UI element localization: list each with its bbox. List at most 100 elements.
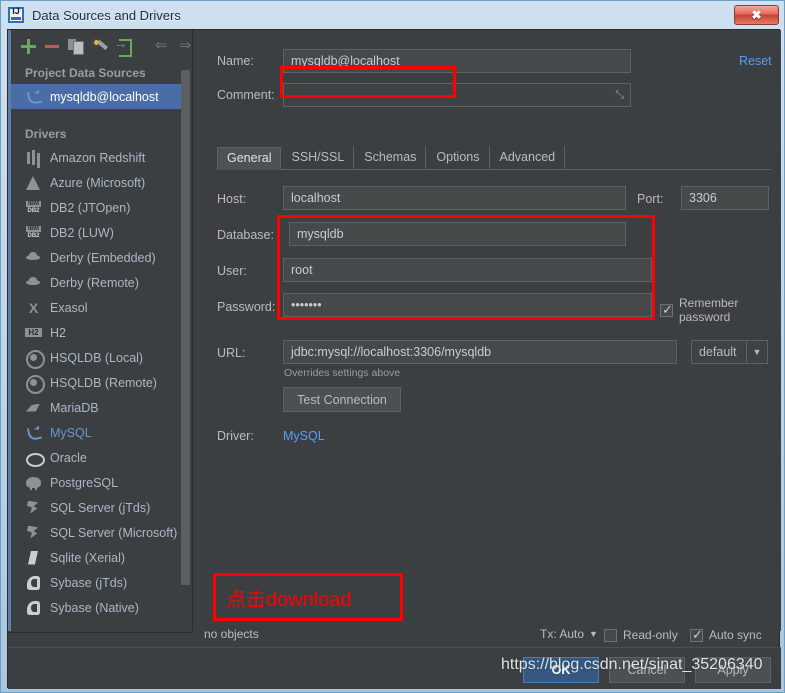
remember-password-label: Remember password xyxy=(679,296,739,324)
sidebar-item-amazon-redshift[interactable]: Amazon Redshift xyxy=(11,145,181,170)
sidebar-item-sybase-jtds[interactable]: Sybase (jTds) xyxy=(11,570,181,595)
comment-input[interactable]: ⤡ xyxy=(283,83,631,107)
copy-icon[interactable] xyxy=(67,38,84,55)
sidebar-item-hsqldb-local[interactable]: HSQLDB (Local) xyxy=(11,345,181,370)
auto-sync-checkbox[interactable] xyxy=(690,627,703,643)
driver-label: HSQLDB (Remote) xyxy=(50,375,157,390)
sidebar-item-mysqldb-localhost[interactable]: mysqldb@localhost xyxy=(11,84,181,109)
password-input[interactable]: ••••••• xyxy=(283,293,652,317)
sidebar-item-azure-microsoft[interactable]: Azure (Microsoft) xyxy=(11,170,181,195)
port-input[interactable]: 3306 xyxy=(681,186,769,210)
auto-sync-row[interactable]: Auto sync xyxy=(690,627,762,643)
add-icon[interactable] xyxy=(20,38,36,54)
sidebar-item-sql-server-microsoft[interactable]: SQL Server (Microsoft) xyxy=(11,520,181,545)
sidebar-item-postgresql[interactable]: PostgreSQL xyxy=(11,470,181,495)
hsqldb-icon xyxy=(25,349,45,369)
oracle-icon xyxy=(25,450,45,467)
sidebar-item-oracle[interactable]: Oracle xyxy=(11,445,181,470)
remember-password-checkbox[interactable] xyxy=(660,302,673,318)
ok-button[interactable]: OK xyxy=(523,657,599,683)
back-arrow-icon[interactable]: ⇐ xyxy=(153,38,169,54)
remove-icon[interactable] xyxy=(44,38,60,54)
dialog-button-bar: OK Cancel Apply xyxy=(8,647,781,689)
user-label: User: xyxy=(217,264,247,278)
read-only-checkbox[interactable] xyxy=(604,628,617,642)
remember-password-row[interactable]: Remember password xyxy=(660,296,781,324)
sidebar-item-mysql[interactable]: MySQL xyxy=(11,420,181,445)
database-input[interactable]: mysqldb xyxy=(289,222,626,246)
driver-label: HSQLDB (Local) xyxy=(50,350,144,365)
mariadb-icon xyxy=(25,400,42,416)
tab-general[interactable]: General xyxy=(217,147,282,170)
driver-label: DB2 (JTOpen) xyxy=(50,200,131,215)
data-sources-panel: ⇐ ⇒ Project Data Sources mysqldb@localho… xyxy=(8,30,193,631)
tab-options[interactable]: Options xyxy=(426,146,490,169)
driver-label: H2 xyxy=(50,325,66,340)
tx-dropdown[interactable]: Tx: Auto ▼ xyxy=(540,627,598,641)
driver-label: Driver: xyxy=(217,429,254,443)
mysql-icon xyxy=(25,89,42,105)
exasol-icon xyxy=(25,300,42,316)
sidebar-item-db2-luw[interactable]: DB2 (LUW) xyxy=(11,220,181,245)
host-input[interactable]: localhost xyxy=(283,186,626,210)
sidebar-item-derby-remote[interactable]: Derby (Remote) xyxy=(11,270,181,295)
sidebar-scrollbar-thumb[interactable] xyxy=(181,70,190,585)
db2-icon xyxy=(25,225,42,241)
sidebar-item-hsqldb-remote[interactable]: HSQLDB (Remote) xyxy=(11,370,181,395)
derby-icon xyxy=(25,250,42,266)
dialog-body: ⇐ ⇒ Project Data Sources mysqldb@localho… xyxy=(7,29,781,689)
window-title: Data Sources and Drivers xyxy=(32,7,181,23)
settings-panel: Name: mysqldb@localhost Reset Comment: ⤡… xyxy=(194,30,781,631)
sidebar-item-sql-server-jtds[interactable]: SQL Server (jTds) xyxy=(11,495,181,520)
test-connection-button[interactable]: Test Connection xyxy=(283,387,401,412)
wrench-icon[interactable] xyxy=(91,38,108,54)
sidebar-item-exasol[interactable]: Exasol xyxy=(11,295,181,320)
sidebar-item-sqlite-xerial[interactable]: Sqlite (Xerial) xyxy=(11,545,181,570)
tab-ssh-ssl[interactable]: SSH/SSL xyxy=(281,146,355,169)
sidebar-item-mariadb[interactable]: MariaDB xyxy=(11,395,181,420)
forward-arrow-icon[interactable]: ⇒ xyxy=(177,38,192,54)
sidebar-item-db2-jtopen[interactable]: DB2 (JTOpen) xyxy=(11,195,181,220)
derby-icon xyxy=(25,275,42,291)
sqlite-icon xyxy=(25,550,42,566)
database-label: Database: xyxy=(217,228,274,242)
import-icon[interactable] xyxy=(113,35,133,57)
user-input[interactable]: root xyxy=(283,258,652,282)
chevron-down-icon[interactable]: ▼ xyxy=(746,340,768,364)
url-mode-value: default xyxy=(691,340,746,364)
sybase-icon xyxy=(25,575,42,591)
driver-label: Sqlite (Xerial) xyxy=(50,550,126,565)
sidebar-item-derby-embedded[interactable]: Derby (Embedded) xyxy=(11,245,181,270)
sqlserver-icon xyxy=(25,500,42,516)
data-sources-toolbar: ⇐ ⇒ xyxy=(11,30,192,62)
sidebar-item-h2[interactable]: H2 xyxy=(11,320,181,345)
name-label: Name: xyxy=(217,54,254,68)
name-input[interactable]: mysqldb@localhost xyxy=(283,49,631,73)
expand-icon[interactable]: ⤡ xyxy=(615,89,624,102)
db2-icon xyxy=(25,200,42,216)
url-mode-dropdown[interactable]: default ▼ xyxy=(691,340,768,364)
driver-label: Amazon Redshift xyxy=(50,150,146,165)
url-label: URL: xyxy=(217,346,246,360)
chevron-down-icon[interactable]: ▼ xyxy=(589,629,598,639)
reset-link[interactable]: Reset xyxy=(739,54,772,68)
host-label: Host: xyxy=(217,192,247,206)
read-only-row[interactable]: Read-only xyxy=(604,628,678,642)
hsqldb-icon xyxy=(25,374,45,394)
driver-link[interactable]: MySQL xyxy=(283,429,325,443)
cancel-button[interactable]: Cancel xyxy=(609,657,685,683)
settings-tabs: General SSH/SSL Schemas Options Advanced xyxy=(217,146,771,170)
postgresql-icon xyxy=(25,475,42,491)
driver-label: Exasol xyxy=(50,300,88,315)
tab-schemas[interactable]: Schemas xyxy=(354,146,427,169)
close-icon[interactable]: ✖ xyxy=(734,5,779,25)
no-objects-status: no objects xyxy=(204,627,259,641)
azure-icon xyxy=(25,175,42,191)
url-input[interactable]: jdbc:mysql://localhost:3306/mysqldb xyxy=(283,340,677,364)
sybase-icon xyxy=(25,600,42,616)
apply-button[interactable]: Apply xyxy=(695,657,771,683)
driver-label: SQL Server (Microsoft) xyxy=(50,525,178,540)
sqlserver-icon xyxy=(25,525,42,541)
tab-advanced[interactable]: Advanced xyxy=(490,146,566,169)
sidebar-item-sybase-native[interactable]: Sybase (Native) xyxy=(11,595,181,620)
